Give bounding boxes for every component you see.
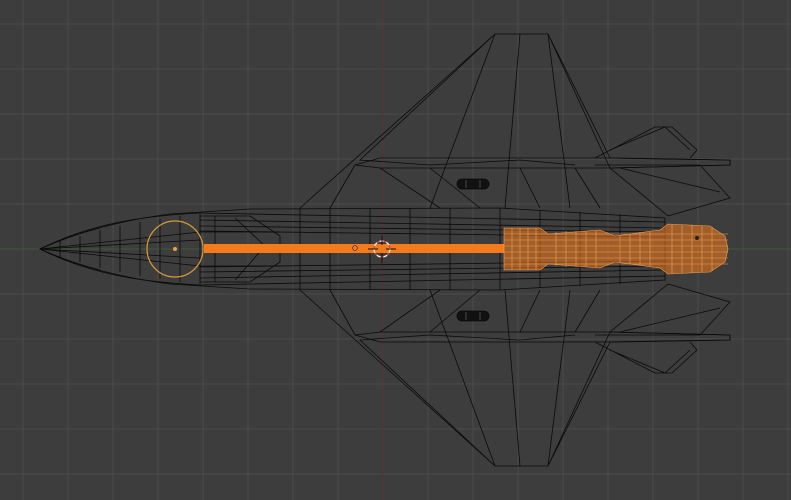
upper-strake [329,157,731,209]
upper-intake [456,178,490,190]
viewport-canvas[interactable] [0,0,791,500]
upper-stabilizer [594,126,731,217]
lower-strake [329,289,731,343]
object-origin-icon[interactable] [695,236,699,240]
object-origin-icon[interactable] [352,245,358,251]
lower-wing [299,283,731,467]
object-origin-icon[interactable] [173,247,177,251]
lower-intake [456,310,490,322]
3d-viewport[interactable] [0,0,791,500]
lower-stabilizer [594,283,731,374]
upper-wing [299,33,731,217]
